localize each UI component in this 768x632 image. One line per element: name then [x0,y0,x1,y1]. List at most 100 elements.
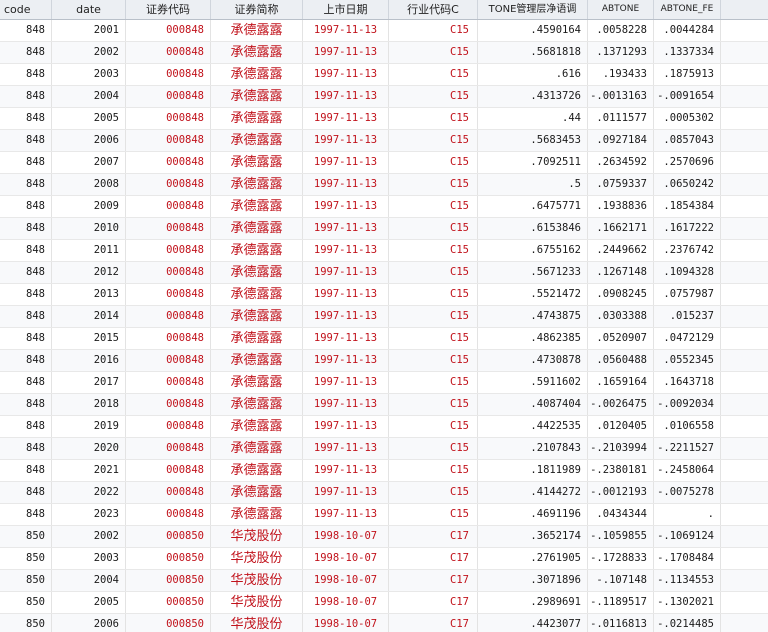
table-row[interactable]: 848 2023 000848 承德露露 1997-11-13 C15.4691196.0… [0,504,768,526]
table-row[interactable]: 848 2010 000848 承德露露 1997-11-13 C15.6153846.1… [0,218,768,240]
cell-security-name[interactable]: 承德露露 [211,130,303,151]
cell-code[interactable]: 848 [0,42,52,63]
table-row[interactable]: 848 2018 000848 承德露露 1997-11-13 C15.4087404 -.… [0,394,768,416]
cell-date[interactable]: 2005 [52,592,126,613]
cell-security-code[interactable]: 000848 [126,394,211,415]
cell-abtone[interactable]: .0908245 [588,284,654,305]
cell-tone[interactable]: .3071896 [478,570,588,591]
cell-security-code[interactable]: 000848 [126,482,211,503]
cell-security-name[interactable]: 承德露露 [211,240,303,261]
cell-code[interactable]: 848 [0,262,52,283]
cell-code[interactable]: 848 [0,86,52,107]
cell-abtone-fe[interactable]: -.2458064 [654,460,721,481]
cell-code[interactable]: 850 [0,570,52,591]
cell-tone[interactable]: .5671233 [478,262,588,283]
cell-security-name[interactable]: 承德露露 [211,284,303,305]
cell-abtone[interactable]: -.1059855 [588,526,654,547]
cell-industry-code[interactable]: C15 [389,130,478,151]
column-header-abtone[interactable]: ABTONE [588,0,654,19]
column-header-code[interactable]: code [0,0,52,19]
cell-code[interactable]: 850 [0,592,52,613]
cell-security-name[interactable]: 承德露露 [211,42,303,63]
cell-date[interactable]: 2015 [52,328,126,349]
cell-tone[interactable]: .2989691 [478,592,588,613]
cell-tone[interactable]: .4691196 [478,504,588,525]
cell-tone[interactable]: .5911602 [478,372,588,393]
table-row[interactable]: 848 2013 000848 承德露露 1997-11-13 C15.5521472.0… [0,284,768,306]
cell-date[interactable]: 2014 [52,306,126,327]
cell-security-code[interactable]: 000848 [126,86,211,107]
cell-code[interactable]: 850 [0,548,52,569]
cell-code[interactable]: 848 [0,394,52,415]
cell-security-name[interactable]: 承德露露 [211,64,303,85]
cell-industry-code[interactable]: C15 [389,196,478,217]
cell-code[interactable]: 850 [0,614,52,632]
cell-listing-date[interactable]: 1997-11-13 [303,262,389,283]
cell-security-code[interactable]: 000848 [126,438,211,459]
cell-date[interactable]: 2011 [52,240,126,261]
cell-security-code[interactable]: 000848 [126,350,211,371]
cell-code[interactable]: 848 [0,174,52,195]
cell-security-code[interactable]: 000848 [126,20,211,41]
cell-industry-code[interactable]: C15 [389,504,478,525]
cell-security-code[interactable]: 000850 [126,548,211,569]
cell-abtone-fe[interactable]: -.1134553 [654,570,721,591]
table-row[interactable]: 848 2019 000848 承德露露 1997-11-13 C15.4422535.0… [0,416,768,438]
cell-industry-code[interactable]: C15 [389,240,478,261]
cell-abtone-fe[interactable]: .2570696 [654,152,721,173]
cell-code[interactable]: 848 [0,240,52,261]
cell-code[interactable]: 848 [0,64,52,85]
cell-security-name[interactable]: 承德露露 [211,350,303,371]
cell-tone[interactable]: .4423077 [478,614,588,632]
cell-tone[interactable]: .4087404 [478,394,588,415]
cell-date[interactable]: 2001 [52,20,126,41]
cell-abtone-fe[interactable]: .015237 [654,306,721,327]
cell-industry-code[interactable]: C15 [389,460,478,481]
cell-tone[interactable]: .4422535 [478,416,588,437]
cell-security-name[interactable]: 承德露露 [211,504,303,525]
cell-date[interactable]: 2009 [52,196,126,217]
cell-abtone-fe[interactable]: -.0214485 [654,614,721,632]
cell-date[interactable]: 2004 [52,86,126,107]
cell-security-code[interactable]: 000848 [126,416,211,437]
cell-abtone[interactable]: .1267148 [588,262,654,283]
cell-industry-code[interactable]: C15 [389,218,478,239]
cell-date[interactable]: 2010 [52,218,126,239]
table-row[interactable]: 848 2004 000848 承德露露 1997-11-13 C15.4313726 -.… [0,86,768,108]
cell-abtone[interactable]: .193433 [588,64,654,85]
cell-security-code[interactable]: 000848 [126,108,211,129]
cell-listing-date[interactable]: 1997-11-13 [303,504,389,525]
cell-security-name[interactable]: 承德露露 [211,196,303,217]
cell-security-code[interactable]: 000850 [126,526,211,547]
cell-industry-code[interactable]: C15 [389,438,478,459]
cell-listing-date[interactable]: 1997-11-13 [303,350,389,371]
cell-date[interactable]: 2017 [52,372,126,393]
cell-abtone[interactable]: .1659164 [588,372,654,393]
cell-abtone[interactable]: .0759337 [588,174,654,195]
cell-abtone-fe[interactable]: -.1069124 [654,526,721,547]
cell-date[interactable]: 2002 [52,526,126,547]
cell-code[interactable]: 848 [0,482,52,503]
cell-tone[interactable]: .1811989 [478,460,588,481]
cell-code[interactable]: 848 [0,350,52,371]
cell-abtone[interactable]: .0520907 [588,328,654,349]
cell-listing-date[interactable]: 1997-11-13 [303,482,389,503]
cell-security-name[interactable]: 承德露露 [211,438,303,459]
table-row[interactable]: 848 2001 000848 承德露露 1997-11-13 C15.4590164.0… [0,20,768,42]
cell-security-code[interactable]: 000848 [126,328,211,349]
cell-tone[interactable]: .5681818 [478,42,588,63]
cell-code[interactable]: 848 [0,152,52,173]
cell-abtone[interactable]: .1662171 [588,218,654,239]
cell-listing-date[interactable]: 1998-10-07 [303,592,389,613]
table-row[interactable]: 850 2002 000850 华茂股份 1998-10-07 C17.3652174 -.… [0,526,768,548]
cell-date[interactable]: 2002 [52,42,126,63]
cell-code[interactable]: 848 [0,460,52,481]
cell-security-name[interactable]: 承德露露 [211,86,303,107]
cell-tone[interactable]: .4730878 [478,350,588,371]
cell-abtone-fe[interactable]: .1617222 [654,218,721,239]
cell-listing-date[interactable]: 1997-11-13 [303,328,389,349]
cell-abtone[interactable]: .2634592 [588,152,654,173]
cell-listing-date[interactable]: 1997-11-13 [303,86,389,107]
cell-code[interactable]: 850 [0,526,52,547]
cell-date[interactable]: 2003 [52,64,126,85]
